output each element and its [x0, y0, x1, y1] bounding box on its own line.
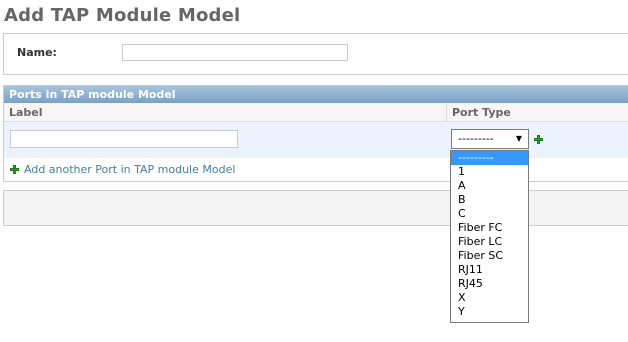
name-input[interactable] [122, 44, 348, 61]
table-header: Label Port Type [4, 103, 628, 122]
dropdown-option[interactable]: --------- [451, 151, 528, 165]
dropdown-option[interactable]: Y [451, 305, 528, 319]
port-type-dropdown-list: --------- 1 A B C Fiber FC Fiber LC Fiber SC RJ1… [450, 150, 529, 323]
inline-group-header: Ports in TAP module Model [4, 86, 628, 103]
column-header-port-type: Port Type [452, 106, 511, 119]
dropdown-option[interactable]: Fiber SC [451, 249, 528, 263]
dropdown-option[interactable]: Fiber LC [451, 235, 528, 249]
column-header-label: Label [9, 106, 43, 119]
port-type-select[interactable]: --------- ▼ [451, 129, 529, 149]
dropdown-option[interactable]: 1 [451, 165, 528, 179]
port-type-selected-value: --------- [458, 132, 494, 145]
add-port-type-icon[interactable] [534, 135, 543, 144]
name-label: Name: [17, 46, 57, 59]
port-label-input[interactable] [10, 130, 238, 148]
add-another-row: Add another Port in TAP module Model [4, 158, 628, 180]
dropdown-option[interactable]: RJ11 [451, 263, 528, 277]
plus-icon [10, 165, 19, 174]
dropdown-option[interactable]: RJ45 [451, 277, 528, 291]
chevron-down-icon: ▼ [515, 134, 522, 143]
dropdown-option[interactable]: X [451, 291, 528, 305]
dropdown-option[interactable]: B [451, 193, 528, 207]
column-divider [446, 103, 447, 121]
name-row: Name: [3, 33, 628, 75]
dropdown-option[interactable]: A [451, 179, 528, 193]
dropdown-option[interactable]: Fiber FC [451, 221, 528, 235]
page-title: Add TAP Module Model [4, 5, 241, 26]
ports-inline-group: Ports in TAP module Model Label Port Typ… [3, 85, 628, 182]
dropdown-option[interactable]: C [451, 207, 528, 221]
submit-row [3, 190, 628, 226]
add-another-port-link[interactable]: Add another Port in TAP module Model [24, 163, 235, 176]
table-row: --------- ▼ [4, 122, 628, 158]
page: Add TAP Module Model Name: Ports in TAP … [0, 0, 628, 342]
